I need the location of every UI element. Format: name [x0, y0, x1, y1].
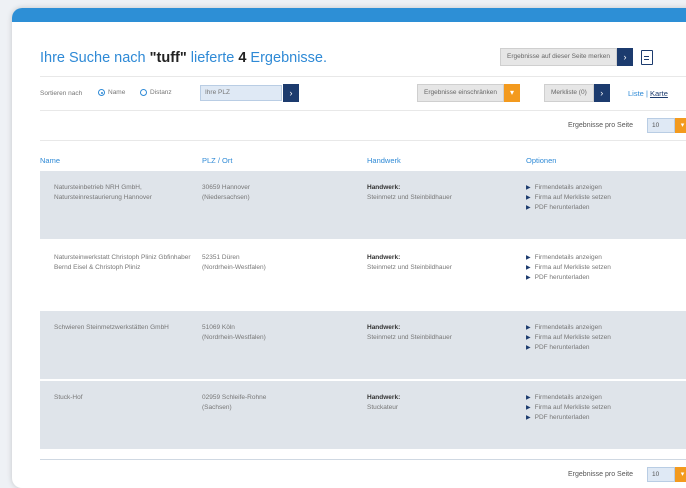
company-location: 52351 Düren (Nordrhein-Westfalen): [202, 254, 266, 271]
chevron-down-icon[interactable]: ▾: [675, 118, 686, 133]
radio-icon: [140, 89, 147, 96]
per-page-select[interactable]: 10: [647, 118, 675, 133]
company-handwerk: Handwerk: Stuckateur: [367, 394, 401, 411]
company-name: Natursteinwerkstatt Christoph Pliniz Gbf…: [54, 254, 191, 271]
radio-selected-icon: [98, 89, 105, 96]
show-details-link[interactable]: ▶ Firmendetails anzeigen: [526, 323, 686, 333]
add-to-watchlist-link[interactable]: ▶ Firma auf Merkliste setzen: [526, 403, 686, 413]
company-name: Natursteinbetrieb NRH GmbH, Natursteinre…: [54, 184, 152, 201]
bookmark-results: Ergebnisse auf dieser Seite merken ›: [500, 48, 653, 66]
add-to-watchlist-link[interactable]: ▶ Firma auf Merkliste setzen: [526, 193, 686, 203]
download-pdf-link[interactable]: ▶ PDF herunterladen: [526, 413, 686, 423]
sort-label: Sortieren nach: [40, 90, 83, 97]
show-details-link[interactable]: ▶ Firmendetails anzeigen: [526, 183, 686, 193]
show-details-link[interactable]: ▶ Firmendetails anzeigen: [526, 393, 686, 403]
filter-results-button[interactable]: Ergebnisse einschränken: [417, 84, 504, 102]
triangle-right-icon: ▶: [526, 255, 531, 261]
per-page-top: Ergebnisse pro Seite 10 ▾: [568, 118, 686, 133]
triangle-right-icon: ▶: [526, 335, 531, 341]
per-page-bottom: Ergebnisse pro Seite 10 ▾: [568, 467, 686, 482]
per-page-label: Ergebnisse pro Seite: [568, 122, 633, 129]
table-row: Natursteinbetrieb NRH GmbH, Natursteinre…: [40, 171, 686, 239]
table-row: Schwieren Steinmetzwerkstätten GmbH 5106…: [40, 311, 686, 379]
pdf-document-icon[interactable]: [640, 49, 653, 65]
search-query: "tuff": [149, 50, 187, 66]
triangle-right-icon: ▶: [526, 265, 531, 271]
top-bar: [12, 8, 686, 22]
chevron-down-icon[interactable]: ▾: [504, 84, 520, 102]
row-options: ▶ Firmendetails anzeigen ▶ Firma auf Merkl…: [526, 253, 686, 283]
company-name: Stuck-Hof: [54, 394, 83, 401]
plz-submit-button[interactable]: ›: [283, 84, 299, 102]
company-handwerk: Handwerk: Steinmetz und Steinbildhauer: [367, 254, 452, 271]
triangle-right-icon: ▶: [526, 205, 531, 211]
column-header-name: Name: [40, 156, 61, 165]
triangle-right-icon: ▶: [526, 405, 531, 411]
download-pdf-link[interactable]: ▶ PDF herunterladen: [526, 273, 686, 283]
triangle-right-icon: ▶: [526, 415, 531, 421]
browser-frame: Ihre Suche nach "tuff" lieferte 4 Ergebn…: [12, 8, 686, 488]
column-header-optionen: Optionen: [526, 156, 557, 165]
company-handwerk: Handwerk: Steinmetz und Steinbildhauer: [367, 184, 452, 201]
triangle-right-icon: ▶: [526, 185, 531, 191]
row-options: ▶ Firmendetails anzeigen ▶ Firma auf Merkl…: [526, 183, 686, 213]
add-to-watchlist-link[interactable]: ▶ Firma auf Merkliste setzen: [526, 263, 686, 273]
triangle-right-icon: ▶: [526, 325, 531, 331]
sort-toolbar: Sortieren nach Name Distanz › Ergebnisse…: [40, 84, 686, 104]
show-details-link[interactable]: ▶ Firmendetails anzeigen: [526, 253, 686, 263]
company-location: 30659 Hannover (Niedersachsen): [202, 184, 251, 201]
view-toggle: Liste | Karte: [628, 89, 668, 98]
row-options: ▶ Firmendetails anzeigen ▶ Firma auf Merkl…: [526, 393, 686, 423]
company-handwerk: Handwerk: Steinmetz und Steinbildhauer: [367, 324, 452, 341]
bookmark-results-button[interactable]: Ergebnisse auf dieser Seite merken: [500, 48, 617, 66]
plz-input[interactable]: [200, 85, 282, 101]
add-to-watchlist-link[interactable]: ▶ Firma auf Merkliste setzen: [526, 333, 686, 343]
divider: [40, 110, 686, 111]
bookmark-go-icon[interactable]: ›: [616, 48, 633, 66]
company-location: 51069 Köln (Nordrhein-Westfalen): [202, 324, 266, 341]
filter-results: Ergebnisse einschränken ▾: [417, 84, 520, 102]
triangle-right-icon: ▶: [526, 275, 531, 281]
download-pdf-link[interactable]: ▶ PDF herunterladen: [526, 343, 686, 353]
chevron-down-icon[interactable]: ▾: [675, 467, 686, 482]
watchlist: Merkliste (0) ›: [544, 84, 610, 102]
column-header-plz: PLZ / Ort: [202, 156, 233, 165]
per-page-label: Ergebnisse pro Seite: [568, 471, 633, 478]
table-row: Stuck-Hof 02959 Schleife-Rohne (Sachsen) …: [40, 381, 686, 449]
results-heading: Ihre Suche nach "tuff" lieferte 4 Ergebn…: [40, 50, 328, 66]
sort-by-name-radio[interactable]: Name: [98, 89, 125, 96]
download-pdf-link[interactable]: ▶ PDF herunterladen: [526, 203, 686, 213]
divider: [40, 140, 686, 141]
row-options: ▶ Firmendetails anzeigen ▶ Firma auf Merkl…: [526, 323, 686, 353]
company-name: Schwieren Steinmetzwerkstätten GmbH: [54, 324, 169, 331]
divider: [40, 459, 686, 460]
divider: [40, 76, 686, 77]
watchlist-button[interactable]: Merkliste (0): [544, 84, 594, 102]
per-page-select[interactable]: 10: [647, 467, 675, 482]
triangle-right-icon: ▶: [526, 395, 531, 401]
view-map-link[interactable]: Karte: [650, 89, 668, 98]
company-location: 02959 Schleife-Rohne (Sachsen): [202, 394, 267, 411]
sort-by-distance-radio[interactable]: Distanz: [140, 89, 172, 96]
triangle-right-icon: ▶: [526, 195, 531, 201]
column-header-handwerk: Handwerk: [367, 156, 401, 165]
view-list-link[interactable]: Liste: [628, 89, 644, 98]
triangle-right-icon: ▶: [526, 345, 531, 351]
watchlist-go-icon[interactable]: ›: [593, 84, 610, 102]
table-row: Natursteinwerkstatt Christoph Pliniz Gbf…: [40, 241, 686, 309]
